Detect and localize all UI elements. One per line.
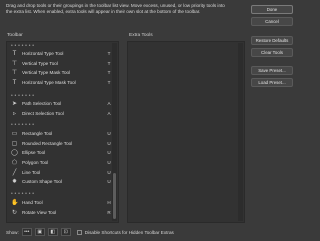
extra-tools-list[interactable] — [127, 41, 245, 223]
show-label: Show: — [6, 229, 19, 235]
path-selection-icon: ➤ — [11, 101, 18, 108]
hand-icon: ✋ — [11, 200, 19, 207]
tool-group-navigation[interactable]: ✋ Hand Tool H ↻ Rotate View Tool R — [7, 198, 113, 217]
save-preset-button[interactable]: Save Preset... — [251, 66, 293, 75]
disable-shortcuts-checkbox[interactable] — [76, 229, 82, 235]
tool-row[interactable]: ⊤ Vertical Type Tool T — [7, 59, 113, 69]
restore-defaults-button[interactable]: Restore Defaults — [251, 36, 293, 45]
tool-group-type[interactable]: T Horizontal Type Tool T ⊤ Vertical Type… — [7, 49, 113, 87]
tool-row[interactable]: ▢ Rounded Rectangle Tool U — [7, 139, 113, 149]
polygon-icon: ⬠ — [11, 160, 18, 167]
line-icon: ╱ — [12, 169, 17, 176]
horizontal-type-mask-icon: T — [12, 79, 17, 86]
tool-row[interactable]: ▭ Rectangle Tool U — [7, 129, 113, 139]
extra-tools-title: Extra Tools — [129, 33, 153, 38]
tool-label: Vertical Type Tool — [22, 60, 58, 66]
vertical-type-icon: ⊤ — [11, 60, 18, 67]
tool-label: Ellipse Tool — [22, 150, 46, 156]
tool-label: Horizontal Type Tool — [22, 51, 64, 57]
tool-label: Hand Tool — [22, 200, 43, 206]
tool-label: Path Selection Tool — [22, 101, 62, 107]
tool-row[interactable]: ⬠ Polygon Tool U — [7, 158, 113, 168]
rotate-view-icon: ↻ — [11, 209, 18, 216]
clear-tools-button[interactable]: Clear Tools — [251, 48, 293, 57]
vertical-type-mask-icon: ⊤ — [11, 70, 18, 77]
more-icon[interactable]: ••• — [21, 228, 32, 236]
tool-label: Polygon Tool — [22, 160, 49, 166]
horizontal-type-icon: T — [12, 50, 17, 57]
tool-row[interactable]: T Horizontal Type Mask Tool T — [7, 78, 113, 88]
group-drag-handle[interactable]: • • • • • • • — [11, 122, 34, 128]
tool-row[interactable]: ➤ Path Selection Tool A — [7, 99, 113, 109]
tool-label: Direct Selection Tool — [22, 110, 64, 116]
description-text: Drag and drop tools or their groupings i… — [6, 3, 225, 14]
tool-label: Rectangle Tool — [22, 131, 53, 137]
cancel-button[interactable]: Cancel — [251, 17, 293, 26]
quick-mask-icon[interactable]: ⊡ — [60, 228, 71, 236]
ellipse-icon: ◯ — [11, 150, 18, 157]
rounded-rectangle-icon: ▢ — [11, 140, 18, 147]
tool-row[interactable]: ⊤ Vertical Type Mask Tool T — [7, 68, 113, 78]
direct-selection-icon: ▹ — [12, 110, 16, 117]
tool-label: Custom Shape Tool — [22, 179, 63, 185]
tool-label: Rounded Rectangle Tool — [22, 140, 73, 146]
screen-mode-icon[interactable]: ◧ — [47, 228, 58, 236]
tool-row[interactable]: ↻ Rotate View Tool R — [7, 208, 113, 218]
disable-shortcuts-label: Disable Shortcuts for Hidden Toolbar Ext… — [84, 229, 174, 235]
swatch-icon[interactable]: ▣ — [34, 228, 45, 236]
toolbar-title: Toolbar — [7, 33, 23, 38]
tool-row[interactable]: ✋ Hand Tool H — [7, 198, 113, 208]
group-drag-handle[interactable]: • • • • • • • — [11, 191, 34, 197]
tool-row[interactable]: T Horizontal Type Tool T — [7, 49, 113, 59]
done-button[interactable]: Done — [251, 5, 293, 14]
tool-label: Horizontal Type Mask Tool — [22, 80, 76, 86]
tool-label: Vertical Type Mask Tool — [22, 70, 71, 76]
extra-tools-scrollbar[interactable] — [238, 43, 243, 221]
scrollbar-thumb[interactable] — [113, 173, 116, 219]
toolbar-scrollbar[interactable] — [112, 43, 117, 221]
rectangle-icon: ▭ — [11, 131, 18, 138]
tool-row[interactable]: ╱ Line Tool U — [7, 167, 113, 177]
tool-row[interactable]: ▹ Direct Selection Tool A — [7, 109, 113, 119]
show-options-row: Show: ••• ▣ ◧ ⊡ Disable Shortcuts for Hi… — [6, 227, 174, 237]
tool-group-shapes[interactable]: ▭ Rectangle Tool U ▢ Rounded Rectangle T… — [7, 129, 113, 187]
tool-row[interactable]: ✸ Custom Shape Tool U — [7, 177, 113, 187]
tool-row[interactable]: ◯ Ellipse Tool U — [7, 148, 113, 158]
load-preset-button[interactable]: Load Preset... — [251, 78, 293, 87]
tool-group-selection[interactable]: ➤ Path Selection Tool A ▹ Direct Selecti… — [7, 99, 113, 118]
custom-shape-icon: ✸ — [11, 179, 18, 186]
tool-label: Rotate View Tool — [22, 209, 57, 215]
toolbar-list[interactable]: • • • • • • • T Horizontal Type Tool T ⊤… — [6, 41, 119, 223]
tool-label: Line Tool — [22, 169, 41, 175]
